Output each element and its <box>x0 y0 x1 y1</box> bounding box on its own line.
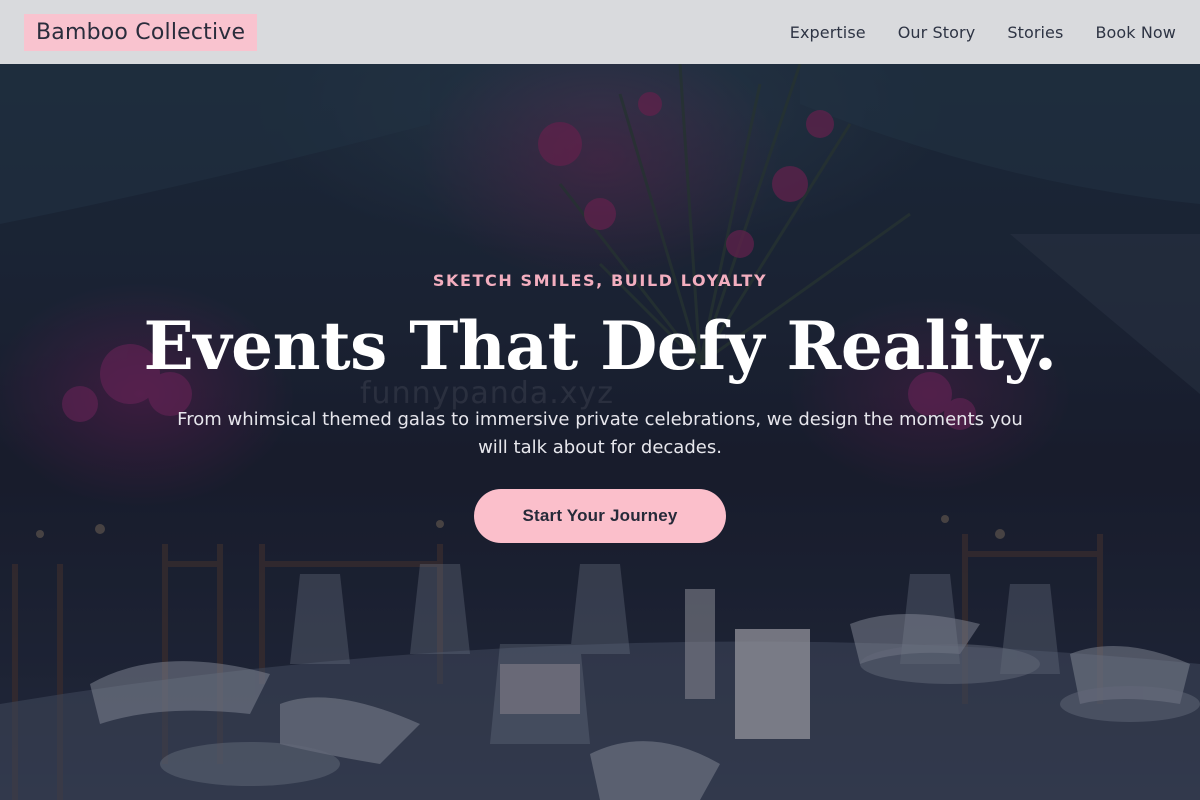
nav-link-expertise[interactable]: Expertise <box>790 23 866 42</box>
navbar: Bamboo Collective Expertise Our Story St… <box>0 0 1200 64</box>
hero-eyebrow: SKETCH SMILES, BUILD LOYALTY <box>432 271 768 290</box>
hero-subtext: From whimsical themed galas to immersive… <box>177 409 1023 458</box>
nav-link-our-story[interactable]: Our Story <box>898 23 976 42</box>
nav-link-book-now[interactable]: Book Now <box>1095 23 1176 42</box>
brand-logo[interactable]: Bamboo Collective <box>24 13 258 51</box>
nav-links: Expertise Our Story Stories Book Now <box>790 23 1176 42</box>
start-journey-button[interactable]: Start Your Journey <box>474 489 726 543</box>
nav-link-stories[interactable]: Stories <box>1007 23 1063 42</box>
hero-section: funnypanda.xyz SKETCH SMILES, BUILD LOYA… <box>0 64 1200 800</box>
hero-headline: Events That Defy Reality. <box>143 307 1057 385</box>
